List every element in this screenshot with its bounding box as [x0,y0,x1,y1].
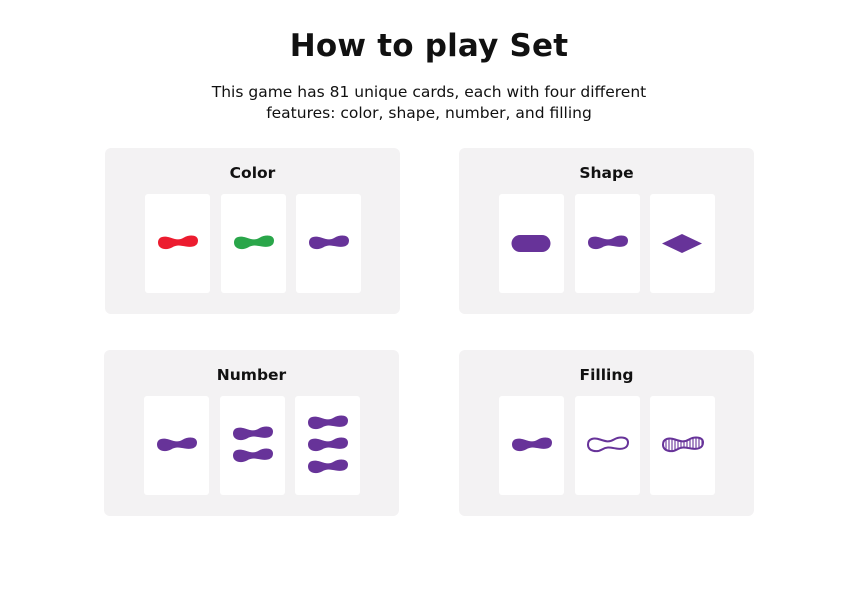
panel-label-number: Number [216,366,287,384]
card [499,396,564,495]
card-row-filling [499,396,715,495]
panel-filling: Filling [459,350,754,516]
card-symbols [586,436,630,453]
card-symbols [309,235,349,250]
panel-number: Number [104,350,399,516]
squiggle-symbol [588,235,628,250]
card [144,396,209,495]
diamond-symbol [662,234,702,253]
squiggle-symbol [586,436,630,453]
card-row-shape [499,194,715,293]
oval-symbol [511,235,551,252]
subtitle-line-1: This game has 81 unique cards, each with… [211,83,647,101]
squiggle-symbol [233,448,273,463]
card-symbols [588,235,628,250]
card-symbols [158,235,198,250]
panel-color: Color [105,148,400,314]
card [650,396,715,495]
panel-shape: Shape [459,148,754,314]
panel-label-filling: Filling [579,366,634,384]
card-symbols [234,235,274,250]
card-symbols [308,415,348,474]
card [295,396,360,495]
squiggle-symbol [233,426,273,441]
card [220,396,285,495]
card-symbols [512,437,552,452]
card-symbols [233,426,273,463]
squiggle-symbol [308,437,348,452]
page-subtitle: This game has 81 unique cards, each with… [0,82,858,124]
squiggle-symbol [157,437,197,452]
card [296,194,361,293]
squiggle-symbol [512,437,552,452]
subtitle-line-2: features: color, shape, number, and fill… [266,104,592,122]
page-title: How to play Set [289,28,569,64]
card [575,396,640,495]
card-symbols [157,437,197,452]
squiggle-symbol [158,235,198,250]
card [499,194,564,293]
squiggle-symbol [234,235,274,250]
page: How to play Set This game has 81 unique … [0,0,858,612]
card [145,194,210,293]
card-symbols [662,234,702,253]
squiggle-symbol [309,235,349,250]
card-symbols [511,235,551,252]
card [650,194,715,293]
card-row-number [144,396,360,495]
panel-label-shape: Shape [579,164,634,182]
squiggle-symbol [308,415,348,430]
card-symbols [661,436,705,453]
card [221,194,286,293]
card [575,194,640,293]
card-row-color [145,194,361,293]
panel-label-color: Color [229,164,276,182]
squiggle-symbol [308,459,348,474]
squiggle-symbol [661,436,705,453]
